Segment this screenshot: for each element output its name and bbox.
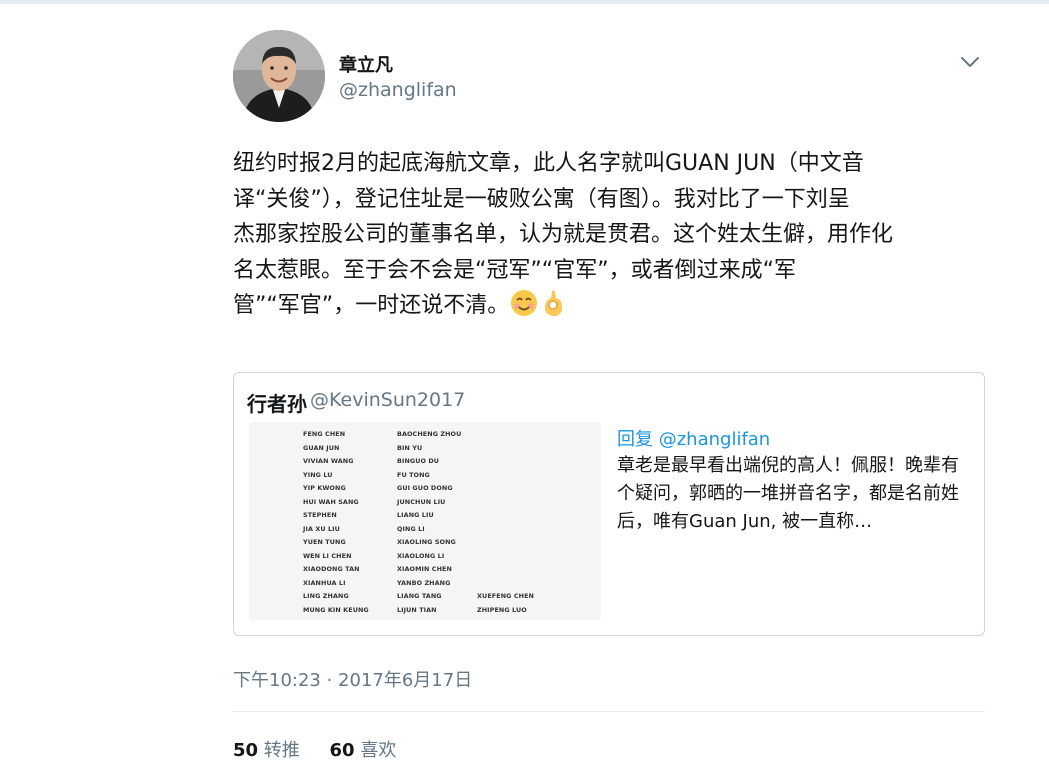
name-cell: [477, 536, 577, 550]
retweets-stat[interactable]: 50 转推: [233, 736, 300, 762]
name-row: VIVIAN WANG BINGUO DU: [303, 455, 593, 469]
name-row: LING ZHANG LIANG TANG XUEFENG CHEN: [303, 590, 593, 604]
name-cell: [477, 442, 577, 456]
name-cell: HUI WAH SANG: [303, 497, 359, 506]
name-cell: VIVIAN WANG: [303, 457, 354, 465]
name-cell: YANBO ZHANG: [397, 578, 451, 587]
name-cell: FENG CHEN: [303, 430, 346, 438]
divider: [233, 711, 985, 712]
likes-count: 60: [329, 740, 355, 761]
name-cell: [477, 455, 577, 469]
name-cell: JUNCHUN LIU: [397, 497, 446, 506]
name-cell: XUEFENG CHEN: [477, 592, 534, 600]
retweets-count: 50: [233, 740, 259, 761]
director-name-list: FENG CHEN BAOCHENG ZHOU GUAN JUN BIN YU VIVI…: [303, 428, 593, 617]
smiling-face-icon: [509, 288, 539, 318]
ok-hand-icon: [539, 288, 569, 318]
author-handle[interactable]: @zhanglifan: [339, 79, 457, 101]
name-cell: [477, 469, 577, 483]
name-cell: MUNG KIN KEUNG: [303, 605, 369, 614]
name-cell: XIAOLONG LI: [397, 551, 445, 560]
likes-stat[interactable]: 60 喜欢: [330, 736, 397, 762]
name-cell: LIANG TANG: [397, 592, 442, 600]
tweet-stats: 50 转推 60 喜欢: [233, 736, 420, 762]
quoted-image[interactable]: FENG CHEN BAOCHENG ZHOU GUAN JUN BIN YU VIVI…: [249, 422, 601, 620]
name-cell: GUAN JUN: [303, 443, 340, 452]
name-cell: YING LU: [303, 470, 333, 479]
name-cell: LIJUN TIAN: [397, 605, 437, 614]
quoted-reply-to[interactable]: 回复 @zhanglifan: [617, 425, 770, 451]
name-cell: JIA XU LIU: [303, 524, 340, 533]
name-row: YIP KWONG GUI GUO DONG: [303, 482, 593, 496]
name-cell: GUI GUO DONG: [397, 484, 453, 492]
name-row: YUEN TUNG XIAOLING SONG: [303, 536, 593, 550]
name-cell: XIAOMIN CHEN: [397, 565, 452, 573]
name-row: XIAODONG TAN XIAOMIN CHEN: [303, 563, 593, 577]
name-cell: YUEN TUNG: [303, 538, 346, 546]
name-row: XIANHUA LI YANBO ZHANG: [303, 577, 593, 591]
name-cell: XIANHUA LI: [303, 578, 346, 587]
name-row: GUAN JUN BIN YU: [303, 442, 593, 456]
retweets-label: 转推: [263, 740, 300, 761]
quoted-author-handle: @KevinSun2017: [310, 389, 466, 411]
name-row: WEN LI CHEN XIAOLONG LI: [303, 550, 593, 564]
quoted-author-name: 行者孙: [247, 392, 307, 416]
timestamp[interactable]: 下午10:23 · 2017年6月17日: [233, 666, 472, 692]
name-row: FENG CHEN BAOCHENG ZHOU: [303, 428, 593, 442]
name-row: HUI WAH SANG JUNCHUN LIU: [303, 496, 593, 510]
name-row: JIA XU LIU QING LI: [303, 523, 593, 537]
name-cell: XIAOLING SONG: [397, 538, 456, 546]
name-cell: [477, 509, 577, 523]
chevron-down-icon[interactable]: [958, 50, 982, 74]
author-name[interactable]: 章立凡: [339, 51, 393, 77]
name-cell: BAOCHENG ZHOU: [397, 430, 462, 438]
name-cell: [477, 563, 577, 577]
name-cell: LING ZHANG: [303, 592, 349, 600]
name-cell: BINGUO DU: [397, 457, 440, 465]
top-border: [0, 0, 1049, 4]
name-cell: [477, 550, 577, 564]
name-cell: ZHIPENG LUO: [477, 605, 527, 614]
name-cell: [477, 482, 577, 496]
name-cell: WEN LI CHEN: [303, 551, 352, 560]
name-cell: [477, 428, 577, 442]
quoted-text: 章老是最早看出端倪的高人！佩服！晚辈有个疑问，郭晒的一堆拼音名字，都是名前姓后，…: [617, 455, 959, 532]
name-row: YING LU FU TONG: [303, 469, 593, 483]
name-row: MUNG KIN KEUNG LIJUN TIAN ZHIPENG LUO: [303, 604, 593, 618]
name-cell: [477, 523, 577, 537]
name-cell: LIANG LIU: [397, 511, 434, 519]
quoted-tweet[interactable]: 行者孙 @KevinSun2017 FENG CHEN BAOCHENG ZHOU…: [233, 372, 985, 636]
avatar[interactable]: [233, 30, 325, 122]
name-cell: [477, 577, 577, 591]
name-cell: QING LI: [397, 524, 425, 533]
name-cell: [477, 496, 577, 510]
name-cell: BIN YU: [397, 443, 423, 452]
likes-label: 喜欢: [360, 740, 397, 761]
name-cell: FU TONG: [397, 470, 430, 479]
name-cell: STEPHEN: [303, 511, 337, 519]
name-cell: YIP KWONG: [303, 484, 346, 492]
name-row: STEPHEN LIANG LIU: [303, 509, 593, 523]
name-cell: XIAODONG TAN: [303, 565, 360, 573]
tweet-text: 纽约时报2月的起底海航文章，此人名字就叫GUAN JUN（中文音 译“关俊”），…: [233, 146, 985, 324]
